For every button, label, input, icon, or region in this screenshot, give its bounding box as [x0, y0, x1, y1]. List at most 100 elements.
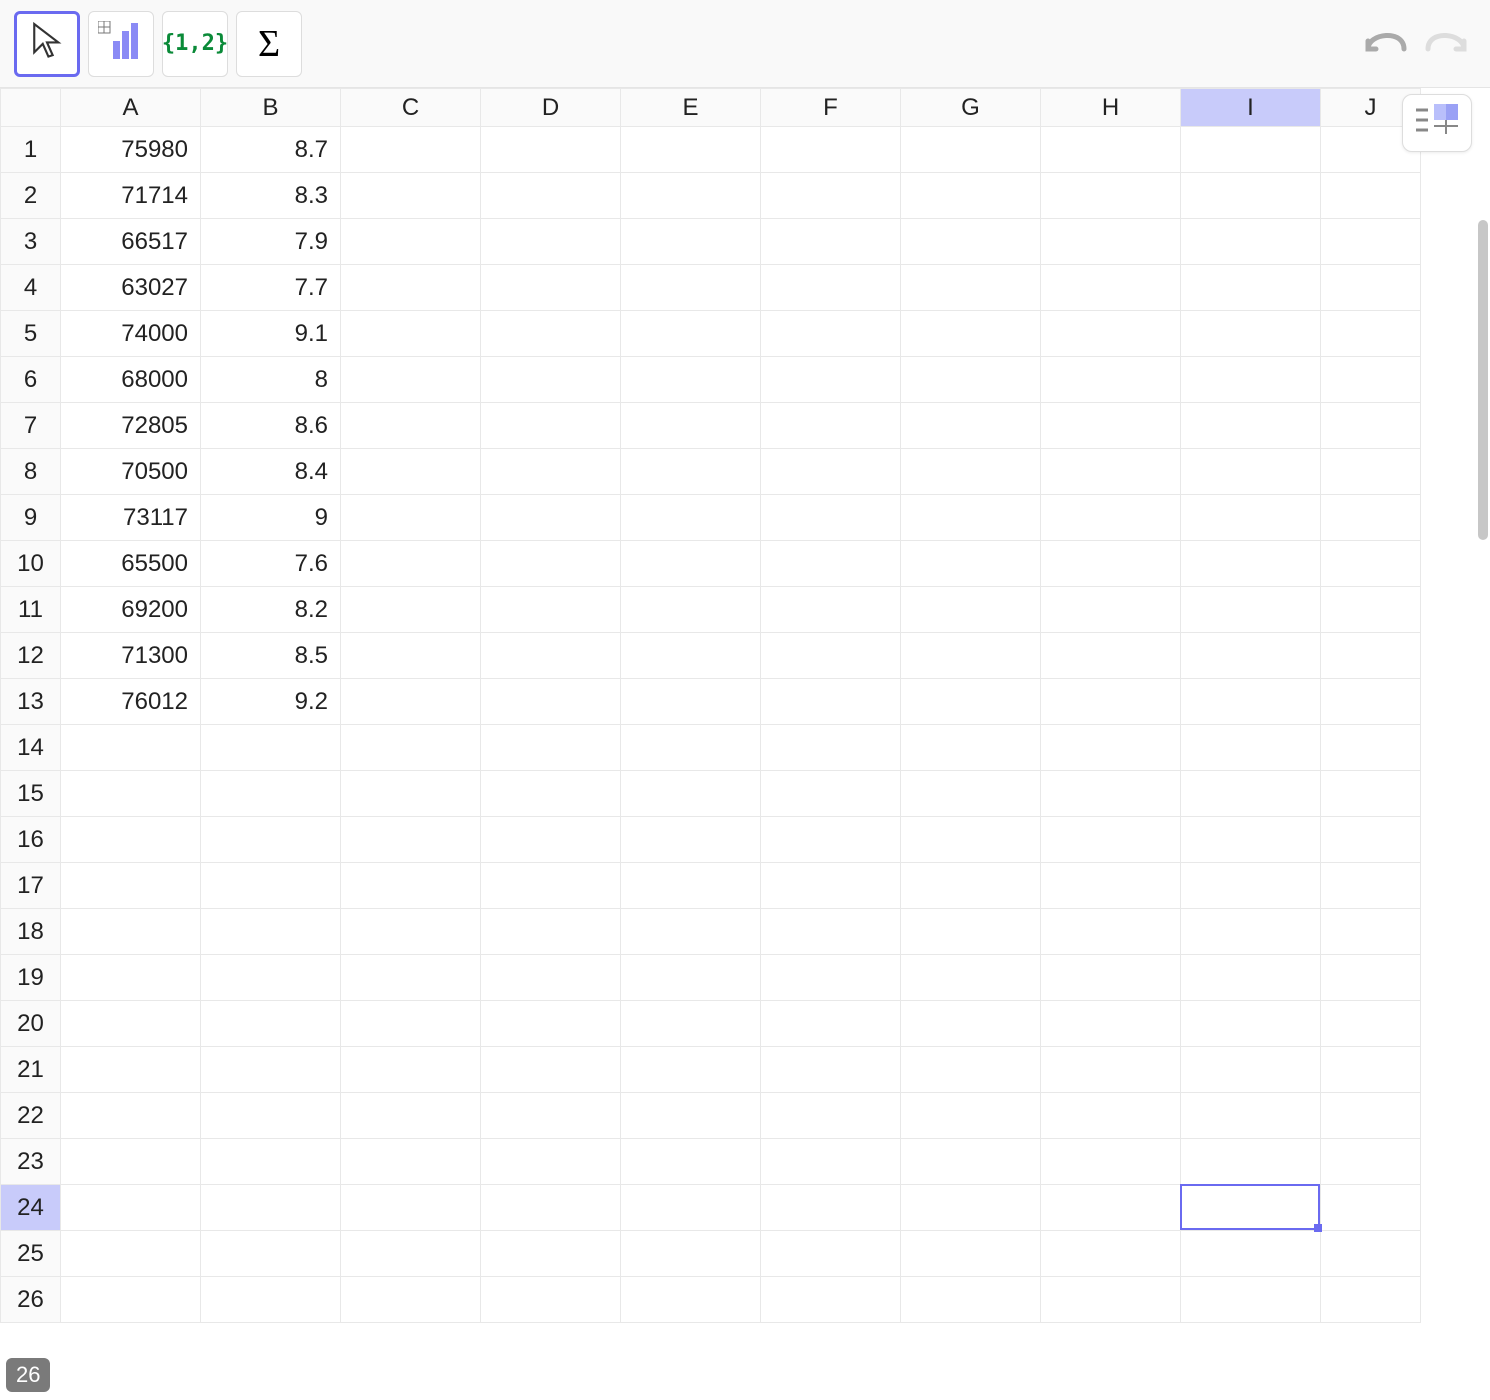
cell-G25[interactable]: [901, 1231, 1041, 1277]
cell-J10[interactable]: [1321, 541, 1421, 587]
cell-A21[interactable]: [61, 1047, 201, 1093]
cell-C9[interactable]: [341, 495, 481, 541]
cell-E13[interactable]: [621, 679, 761, 725]
cell-E8[interactable]: [621, 449, 761, 495]
cell-H9[interactable]: [1041, 495, 1181, 541]
cell-J4[interactable]: [1321, 265, 1421, 311]
cell-A7[interactable]: 72805: [61, 403, 201, 449]
cell-C15[interactable]: [341, 771, 481, 817]
cell-D19[interactable]: [481, 955, 621, 1001]
cell-C5[interactable]: [341, 311, 481, 357]
cell-G2[interactable]: [901, 173, 1041, 219]
cell-J14[interactable]: [1321, 725, 1421, 771]
cell-A10[interactable]: 65500: [61, 541, 201, 587]
cell-F11[interactable]: [761, 587, 901, 633]
cell-G11[interactable]: [901, 587, 1041, 633]
column-header-D[interactable]: D: [481, 89, 621, 127]
cell-H14[interactable]: [1041, 725, 1181, 771]
cell-F24[interactable]: [761, 1185, 901, 1231]
cell-F7[interactable]: [761, 403, 901, 449]
cell-D8[interactable]: [481, 449, 621, 495]
cell-B17[interactable]: [201, 863, 341, 909]
cell-A20[interactable]: [61, 1001, 201, 1047]
vertical-scrollbar[interactable]: [1478, 220, 1488, 540]
cell-F3[interactable]: [761, 219, 901, 265]
cell-A6[interactable]: 68000: [61, 357, 201, 403]
cell-F21[interactable]: [761, 1047, 901, 1093]
cell-H12[interactable]: [1041, 633, 1181, 679]
column-header-A[interactable]: A: [61, 89, 201, 127]
cell-I13[interactable]: [1181, 679, 1321, 725]
cell-H6[interactable]: [1041, 357, 1181, 403]
row-header-1[interactable]: 1: [1, 127, 61, 173]
cell-F22[interactable]: [761, 1093, 901, 1139]
cell-J24[interactable]: [1321, 1185, 1421, 1231]
cell-B18[interactable]: [201, 909, 341, 955]
undo-button[interactable]: [1362, 19, 1412, 69]
cell-C20[interactable]: [341, 1001, 481, 1047]
cell-B24[interactable]: [201, 1185, 341, 1231]
cell-I7[interactable]: [1181, 403, 1321, 449]
row-header-16[interactable]: 16: [1, 817, 61, 863]
cell-H18[interactable]: [1041, 909, 1181, 955]
row-header-22[interactable]: 22: [1, 1093, 61, 1139]
cell-F20[interactable]: [761, 1001, 901, 1047]
cell-A1[interactable]: 75980: [61, 127, 201, 173]
cell-B9[interactable]: 9: [201, 495, 341, 541]
cell-G18[interactable]: [901, 909, 1041, 955]
cell-E3[interactable]: [621, 219, 761, 265]
cell-E12[interactable]: [621, 633, 761, 679]
cell-B26[interactable]: [201, 1277, 341, 1323]
cell-I11[interactable]: [1181, 587, 1321, 633]
cell-C10[interactable]: [341, 541, 481, 587]
cell-D17[interactable]: [481, 863, 621, 909]
cell-G8[interactable]: [901, 449, 1041, 495]
cell-B13[interactable]: 9.2: [201, 679, 341, 725]
row-header-24[interactable]: 24: [1, 1185, 61, 1231]
cell-B8[interactable]: 8.4: [201, 449, 341, 495]
cell-D21[interactable]: [481, 1047, 621, 1093]
cell-I23[interactable]: [1181, 1139, 1321, 1185]
cell-H16[interactable]: [1041, 817, 1181, 863]
cell-F6[interactable]: [761, 357, 901, 403]
cell-A5[interactable]: 74000: [61, 311, 201, 357]
cell-I1[interactable]: [1181, 127, 1321, 173]
cell-H22[interactable]: [1041, 1093, 1181, 1139]
cell-H13[interactable]: [1041, 679, 1181, 725]
cell-I8[interactable]: [1181, 449, 1321, 495]
cell-J11[interactable]: [1321, 587, 1421, 633]
cell-A14[interactable]: [61, 725, 201, 771]
cell-D23[interactable]: [481, 1139, 621, 1185]
cell-I9[interactable]: [1181, 495, 1321, 541]
cell-E6[interactable]: [621, 357, 761, 403]
list-tool-button[interactable]: {1,2}: [162, 11, 228, 77]
cell-H4[interactable]: [1041, 265, 1181, 311]
cell-J9[interactable]: [1321, 495, 1421, 541]
cell-I6[interactable]: [1181, 357, 1321, 403]
cell-H26[interactable]: [1041, 1277, 1181, 1323]
cell-D2[interactable]: [481, 173, 621, 219]
cell-J21[interactable]: [1321, 1047, 1421, 1093]
row-header-13[interactable]: 13: [1, 679, 61, 725]
cell-A2[interactable]: 71714: [61, 173, 201, 219]
cell-C13[interactable]: [341, 679, 481, 725]
cell-B4[interactable]: 7.7: [201, 265, 341, 311]
cell-B12[interactable]: 8.5: [201, 633, 341, 679]
cell-C19[interactable]: [341, 955, 481, 1001]
row-header-21[interactable]: 21: [1, 1047, 61, 1093]
row-header-12[interactable]: 12: [1, 633, 61, 679]
cell-B10[interactable]: 7.6: [201, 541, 341, 587]
cell-B21[interactable]: [201, 1047, 341, 1093]
cell-C18[interactable]: [341, 909, 481, 955]
cell-C14[interactable]: [341, 725, 481, 771]
column-header-B[interactable]: B: [201, 89, 341, 127]
cell-B22[interactable]: [201, 1093, 341, 1139]
cell-J19[interactable]: [1321, 955, 1421, 1001]
row-header-10[interactable]: 10: [1, 541, 61, 587]
row-header-11[interactable]: 11: [1, 587, 61, 633]
cell-I10[interactable]: [1181, 541, 1321, 587]
row-header-9[interactable]: 9: [1, 495, 61, 541]
row-header-15[interactable]: 15: [1, 771, 61, 817]
cell-C17[interactable]: [341, 863, 481, 909]
cell-E22[interactable]: [621, 1093, 761, 1139]
